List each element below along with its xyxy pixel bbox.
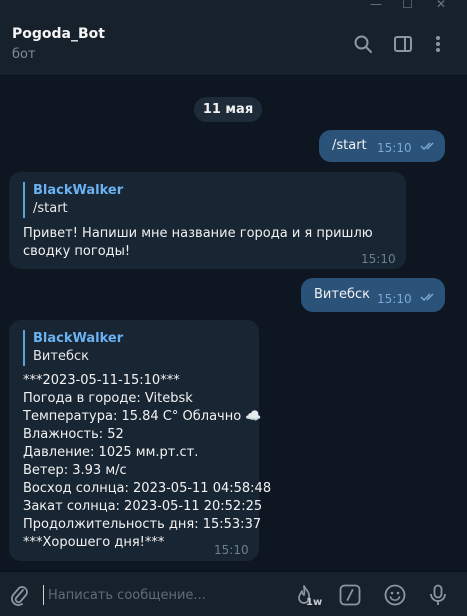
search-icon[interactable] bbox=[353, 34, 373, 54]
date-separator: 11 мая bbox=[194, 97, 262, 122]
message-text: Витебск bbox=[314, 287, 370, 302]
text-cursor bbox=[43, 585, 44, 605]
reply-text: /start bbox=[33, 201, 68, 216]
microphone-icon[interactable] bbox=[428, 584, 448, 606]
reply-quote[interactable]: BlackWalker Витебск bbox=[23, 330, 123, 366]
chat-history[interactable]: 11 мая /start 15:10 BlackWalker /start П… bbox=[0, 77, 467, 571]
maximize-icon[interactable]: ☐ bbox=[402, 0, 413, 11]
close-icon[interactable]: ✕ bbox=[436, 0, 446, 11]
message-text: /start bbox=[332, 138, 367, 153]
message-time: 15:10 bbox=[361, 252, 396, 266]
chat-header: Pogoda_Bot бот bbox=[0, 12, 467, 76]
message-time: 15:10 bbox=[377, 141, 412, 155]
reply-author: BlackWalker bbox=[33, 331, 124, 346]
message-time: 15:10 bbox=[377, 292, 412, 306]
message-text: Привет! Напиши мне название города и я п… bbox=[23, 226, 373, 259]
reply-author: BlackWalker bbox=[33, 183, 124, 198]
outgoing-message[interactable]: /start 15:10 bbox=[319, 130, 445, 162]
double-check-icon bbox=[420, 142, 434, 151]
paperclip-icon[interactable] bbox=[9, 584, 29, 606]
outgoing-message[interactable]: Витебск 15:10 bbox=[301, 278, 445, 312]
window-titlebar: — ☐ ✕ bbox=[0, 0, 467, 12]
emoji-badge: 1w bbox=[306, 597, 323, 608]
incoming-message[interactable]: BlackWalker Витебск ***2023-05-11-15:10*… bbox=[9, 320, 271, 561]
more-vertical-icon[interactable] bbox=[428, 34, 448, 54]
chat-subtitle: бот bbox=[12, 47, 36, 62]
sidebar-toggle-icon[interactable] bbox=[393, 34, 413, 54]
reply-quote[interactable]: BlackWalker /start bbox=[23, 182, 123, 218]
minimize-icon[interactable]: — bbox=[370, 0, 382, 11]
double-check-icon bbox=[420, 293, 434, 302]
message-input[interactable]: Написать сообщение... bbox=[48, 588, 206, 603]
chat-title[interactable]: Pogoda_Bot bbox=[12, 26, 105, 42]
incoming-message[interactable]: BlackWalker /start Привет! Напиши мне на… bbox=[9, 172, 406, 269]
command-icon[interactable] bbox=[339, 584, 361, 606]
message-time: 15:10 bbox=[214, 543, 249, 557]
reply-text: Витебск bbox=[33, 349, 89, 364]
emoji-icon[interactable] bbox=[384, 584, 406, 606]
message-composer: Написать сообщение... 1w bbox=[0, 571, 467, 616]
weather-report-text: ***2023-05-11-15:10*** Погода в городе: … bbox=[23, 373, 272, 550]
